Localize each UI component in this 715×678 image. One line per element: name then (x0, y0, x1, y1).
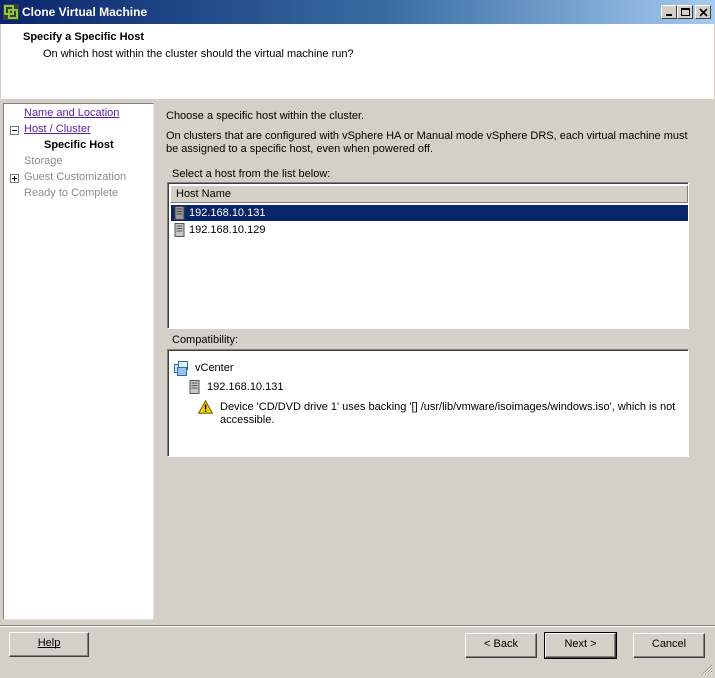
server-icon (189, 380, 200, 397)
host-row[interactable]: 192.168.10.129 (171, 222, 688, 238)
nav-step-guest-customization: Guest Customization (24, 171, 127, 183)
wizard-steps-nav: Name and Location Host / Cluster Specifi… (3, 103, 154, 620)
help-button[interactable]: Help (9, 632, 89, 657)
nav-step-storage: Storage (24, 155, 63, 167)
vmware-logo-icon (3, 4, 19, 20)
compat-warning-line-1: Device 'CD/DVD drive 1' uses backing '[]… (220, 401, 676, 413)
vcenter-icon (174, 361, 189, 379)
resize-grip-icon[interactable] (701, 664, 713, 676)
title-bar[interactable]: Clone Virtual Machine (0, 0, 715, 24)
host-list[interactable]: Host Name 192.168.10.131 192.168.10.129 (167, 182, 689, 329)
compat-warning-line-2: accessible. (220, 414, 275, 426)
server-icon (174, 206, 185, 223)
collapse-icon[interactable] (10, 126, 19, 135)
host-row[interactable]: 192.168.10.131 (171, 205, 688, 221)
minimize-button[interactable] (661, 5, 677, 19)
description-line-1: On clusters that are configured with vSp… (166, 130, 688, 142)
window-title: Clone Virtual Machine (22, 5, 148, 19)
column-header-host-name[interactable]: Host Name (170, 185, 688, 203)
compat-root: vCenter (195, 362, 234, 374)
expand-icon[interactable] (10, 174, 19, 183)
nav-step-name-and-location[interactable]: Name and Location (24, 107, 119, 119)
compat-host: 192.168.10.131 (207, 381, 284, 393)
cancel-button[interactable]: Cancel (633, 633, 705, 658)
back-button[interactable]: < Back (465, 633, 537, 658)
close-button[interactable] (695, 5, 711, 19)
footer-divider (0, 625, 715, 627)
host-list-label: Select a host from the list below: (172, 168, 331, 180)
compatibility-panel: vCenter 192.168.10.131 Device 'CD/DVD dr… (167, 349, 689, 457)
warning-icon (197, 399, 214, 417)
page-subtitle: On which host within the cluster should … (43, 48, 354, 60)
description-line-2: be assigned to a specific host, even whe… (166, 143, 434, 155)
maximize-button[interactable] (677, 5, 693, 19)
host-name: 192.168.10.131 (189, 207, 266, 219)
wizard-header: Specify a Specific Host On which host wi… (1, 24, 714, 99)
server-icon (174, 223, 185, 240)
nav-step-ready-to-complete: Ready to Complete (24, 187, 119, 199)
compatibility-label: Compatibility: (172, 334, 239, 346)
next-button[interactable]: Next > (544, 632, 617, 659)
clone-vm-dialog: Clone Virtual Machine Specify a Specific… (0, 0, 715, 678)
host-name: 192.168.10.129 (189, 224, 266, 236)
nav-step-host-cluster[interactable]: Host / Cluster (24, 123, 91, 135)
page-title: Specify a Specific Host (23, 31, 145, 43)
nav-step-specific-host: Specific Host (44, 139, 114, 151)
intro-text: Choose a specific host within the cluste… (166, 110, 365, 122)
